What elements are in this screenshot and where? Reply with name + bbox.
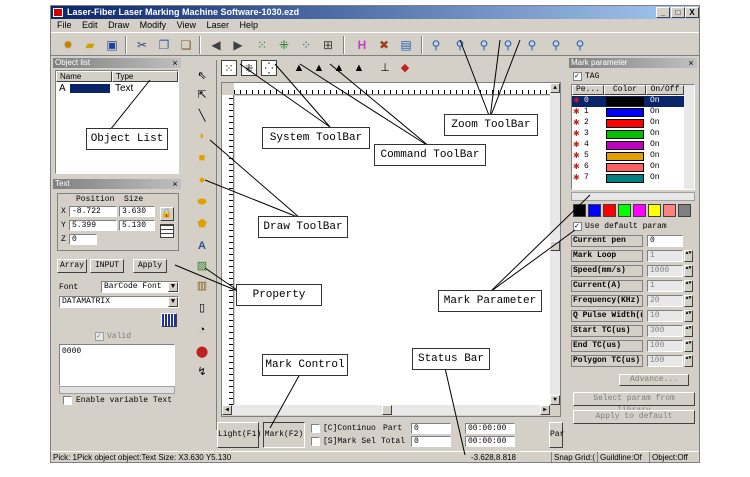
callout-property: Property	[236, 284, 322, 306]
callout-draw-toolbar: Draw ToolBar	[258, 216, 348, 238]
callout-lines	[109, 39, 591, 456]
leader-line	[239, 63, 331, 128]
leader-line	[274, 63, 331, 128]
callout-object-list: Object List	[86, 128, 168, 150]
callout-zoom-toolbar: Zoom ToolBar	[444, 114, 538, 136]
leader-line	[489, 194, 591, 293]
leader-line	[489, 229, 576, 293]
leader-line	[459, 39, 491, 119]
leader-line	[444, 367, 466, 456]
callout-mark-parameter: Mark Parameter	[438, 290, 542, 312]
leader-line	[174, 264, 241, 293]
leader-line	[269, 373, 301, 429]
leader-line	[109, 79, 151, 131]
callout-command-toolbar: Command ToolBar	[374, 144, 486, 166]
callout-status-bar: Status Bar	[412, 348, 490, 370]
leader-line	[204, 179, 301, 219]
callout-system-toolbar: System ToolBar	[262, 127, 370, 149]
callout-mark-control: Mark Control	[262, 354, 348, 376]
leader-line	[209, 139, 301, 219]
